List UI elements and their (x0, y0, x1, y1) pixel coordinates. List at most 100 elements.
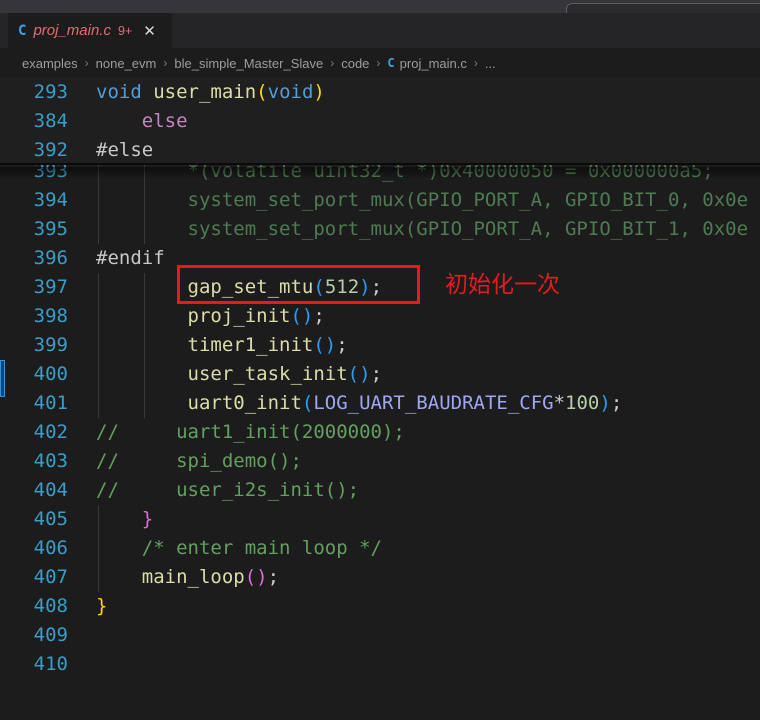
token-pl (142, 81, 153, 103)
token-p3: () (348, 363, 371, 385)
code-text: #endif (96, 244, 165, 273)
breadcrumb-item-proj-main-c[interactable]: Cproj_main.c (387, 56, 466, 71)
breadcrumb-item-code[interactable]: code (341, 56, 369, 71)
code-line-400: 400 user_task_init(); (0, 360, 760, 389)
close-tab-icon[interactable]: ✕ (143, 22, 156, 40)
code-text: else (96, 107, 188, 136)
line-number: 396 (0, 244, 68, 273)
token-num: 512 (325, 276, 359, 298)
token-pl: ; (611, 392, 622, 414)
code-text: system_set_port_mux(GPIO_PORT_A, GPIO_BI… (96, 215, 748, 244)
breadcrumb-item--[interactable]: ... (485, 56, 496, 71)
token-kw: void (96, 81, 142, 103)
token-p3: () (313, 334, 336, 356)
token-pl (96, 276, 188, 298)
token-pl (96, 305, 188, 327)
token-pre: #endif (96, 247, 165, 269)
token-pl (96, 537, 142, 559)
line-number: 401 (0, 389, 68, 418)
token-fn: user_task_init (188, 363, 348, 385)
code-editor[interactable]: 393 *(volatile uint32_t *)0x40000050 = 0… (0, 78, 760, 720)
line-number: 402 (0, 418, 68, 447)
code-text: } (96, 592, 107, 621)
token-p3: ( (313, 276, 324, 298)
token-cmt: // uart1_init(2000000); (96, 421, 405, 443)
breadcrumb-separator: › (474, 56, 478, 70)
token-dim: system_set_port_mux(GPIO_PORT_A, GPIO_BI… (96, 189, 748, 211)
token-cmt: // spi_demo(); (96, 450, 302, 472)
line-number: 392 (0, 136, 68, 165)
line-number: 293 (0, 78, 68, 107)
line-number: 384 (0, 107, 68, 136)
token-pl (96, 508, 142, 530)
token-pre: #else (96, 139, 153, 161)
command-center-searchbox[interactable] (566, 3, 760, 13)
gutter-change-marker (0, 360, 5, 397)
token-kw: void (268, 81, 314, 103)
code-line-402: 402 // uart1_init(2000000); (0, 418, 760, 447)
token-cmt: // user_i2s_init(); (96, 479, 359, 501)
breadcrumb: examples›none_evm›ble_simple_Master_Slav… (0, 48, 760, 78)
code-line-405: 405 } (0, 505, 760, 534)
problems-count-badge: 9+ (118, 23, 132, 38)
code-text: #else (96, 136, 153, 165)
token-p3: ( (302, 392, 313, 414)
sticky-scroll-panel: 293void user_main(void)384 else392#else (0, 78, 760, 165)
token-p2: } (142, 508, 153, 530)
token-p3: ) (599, 392, 610, 414)
vscode-window: C proj_main.c 9+ ✕ examples›none_evm›ble… (0, 0, 760, 720)
line-number: 397 (0, 273, 68, 302)
code-line-401: 401 uart0_init(LOG_UART_BAUDRATE_CFG*100… (0, 389, 760, 418)
breadcrumb-label: examples (22, 56, 78, 71)
breadcrumb-label: code (341, 56, 369, 71)
line-number: 409 (0, 621, 68, 650)
token-ctrl: else (142, 110, 188, 132)
line-number: 399 (0, 331, 68, 360)
c-language-icon: C (387, 56, 394, 70)
token-dim: system_set_port_mux(GPIO_PORT_A, GPIO_BI… (96, 218, 748, 240)
code-text: gap_set_mtu(512); (96, 273, 382, 302)
token-p2: () (245, 566, 268, 588)
code-line-408: 408} (0, 592, 760, 621)
code-line-409: 409 (0, 621, 760, 650)
code-text: // user_i2s_init(); (96, 476, 359, 505)
sticky-line-392: 392 #else (0, 136, 760, 165)
code-line-403: 403// spi_demo(); (0, 447, 760, 476)
token-num: 100 (565, 392, 599, 414)
token-fn: uart0_init (188, 392, 302, 414)
code-text: uart0_init(LOG_UART_BAUDRATE_CFG*100); (96, 389, 622, 418)
line-number: 410 (0, 650, 68, 679)
c-language-icon: C (18, 23, 26, 39)
token-fn: proj_init (188, 305, 291, 327)
code-text: // uart1_init(2000000); (96, 418, 405, 447)
line-number: 407 (0, 563, 68, 592)
code-line-410: 410 (0, 650, 760, 679)
token-pl: ; (268, 566, 279, 588)
line-number: 394 (0, 186, 68, 215)
token-p3: ) (359, 276, 370, 298)
code-text: proj_init(); (96, 302, 325, 331)
code-text: main_loop(); (96, 563, 279, 592)
token-pl: ; (371, 276, 382, 298)
breadcrumb-item-none-evm[interactable]: none_evm (96, 56, 157, 71)
code-text: void user_main(void) (96, 78, 325, 107)
line-number: 400 (0, 360, 68, 389)
tab-proj-main-c[interactable]: C proj_main.c 9+ ✕ (8, 13, 172, 48)
breadcrumb-item-ble-simple-master-slave[interactable]: ble_simple_Master_Slave (174, 56, 323, 71)
token-fn: main_loop (142, 566, 245, 588)
code-text: // spi_demo(); (96, 447, 302, 476)
breadcrumb-item-examples[interactable]: examples (22, 56, 78, 71)
code-text: } (96, 505, 153, 534)
token-mac: LOG_UART_BAUDRATE_CFG (313, 392, 553, 414)
code-line-407: 407 main_loop(); (0, 563, 760, 592)
line-number: 405 (0, 505, 68, 534)
breadcrumb-label: ble_simple_Master_Slave (174, 56, 323, 71)
tab-filename: proj_main.c (33, 22, 111, 39)
breadcrumb-label: ... (485, 56, 496, 71)
sticky-line-384: 384 else (0, 107, 760, 136)
token-pl: ; (336, 334, 347, 356)
annotation-text: 初始化一次 (445, 271, 560, 299)
token-p1: ( (256, 81, 267, 103)
code-text: system_set_port_mux(GPIO_PORT_A, GPIO_BI… (96, 186, 748, 215)
token-pl (96, 334, 188, 356)
